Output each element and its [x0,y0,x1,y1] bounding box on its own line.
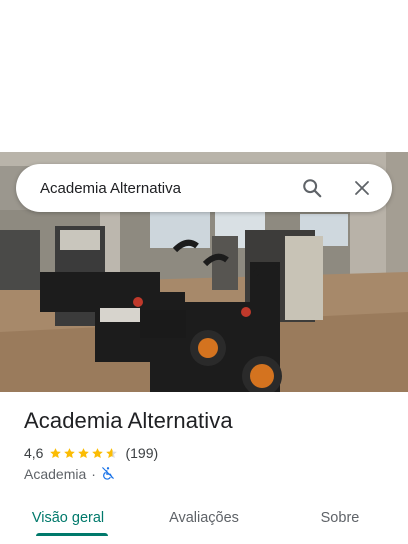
review-count[interactable]: (199) [125,445,158,461]
search-box[interactable]: Academia Alternativa [16,164,392,212]
star-icon [78,447,90,458]
close-icon[interactable] [344,170,380,206]
separator-dot: · [91,466,96,482]
rating-stars [49,447,119,460]
no-wheelchair-icon [101,466,115,483]
place-category: Academia [24,466,87,482]
star-icon [50,447,62,458]
place-title: Academia Alternativa [24,408,233,433]
tab-reviews[interactable]: Avaliações [136,492,272,544]
search-icon[interactable] [294,170,330,206]
star-icon [106,447,118,458]
rating-row[interactable]: 4,6 (199) [24,444,158,462]
search-query-text[interactable]: Academia Alternativa [40,180,294,197]
star-icon [64,447,76,458]
rating-value: 4,6 [24,445,44,461]
tab-bar: Visão geral Avaliações Sobre [0,492,408,544]
category-row: Academia · [24,465,115,483]
tab-about[interactable]: Sobre [272,492,408,544]
tab-overview[interactable]: Visão geral [0,492,136,544]
star-icon [92,447,104,458]
blank-header-area [0,0,408,152]
